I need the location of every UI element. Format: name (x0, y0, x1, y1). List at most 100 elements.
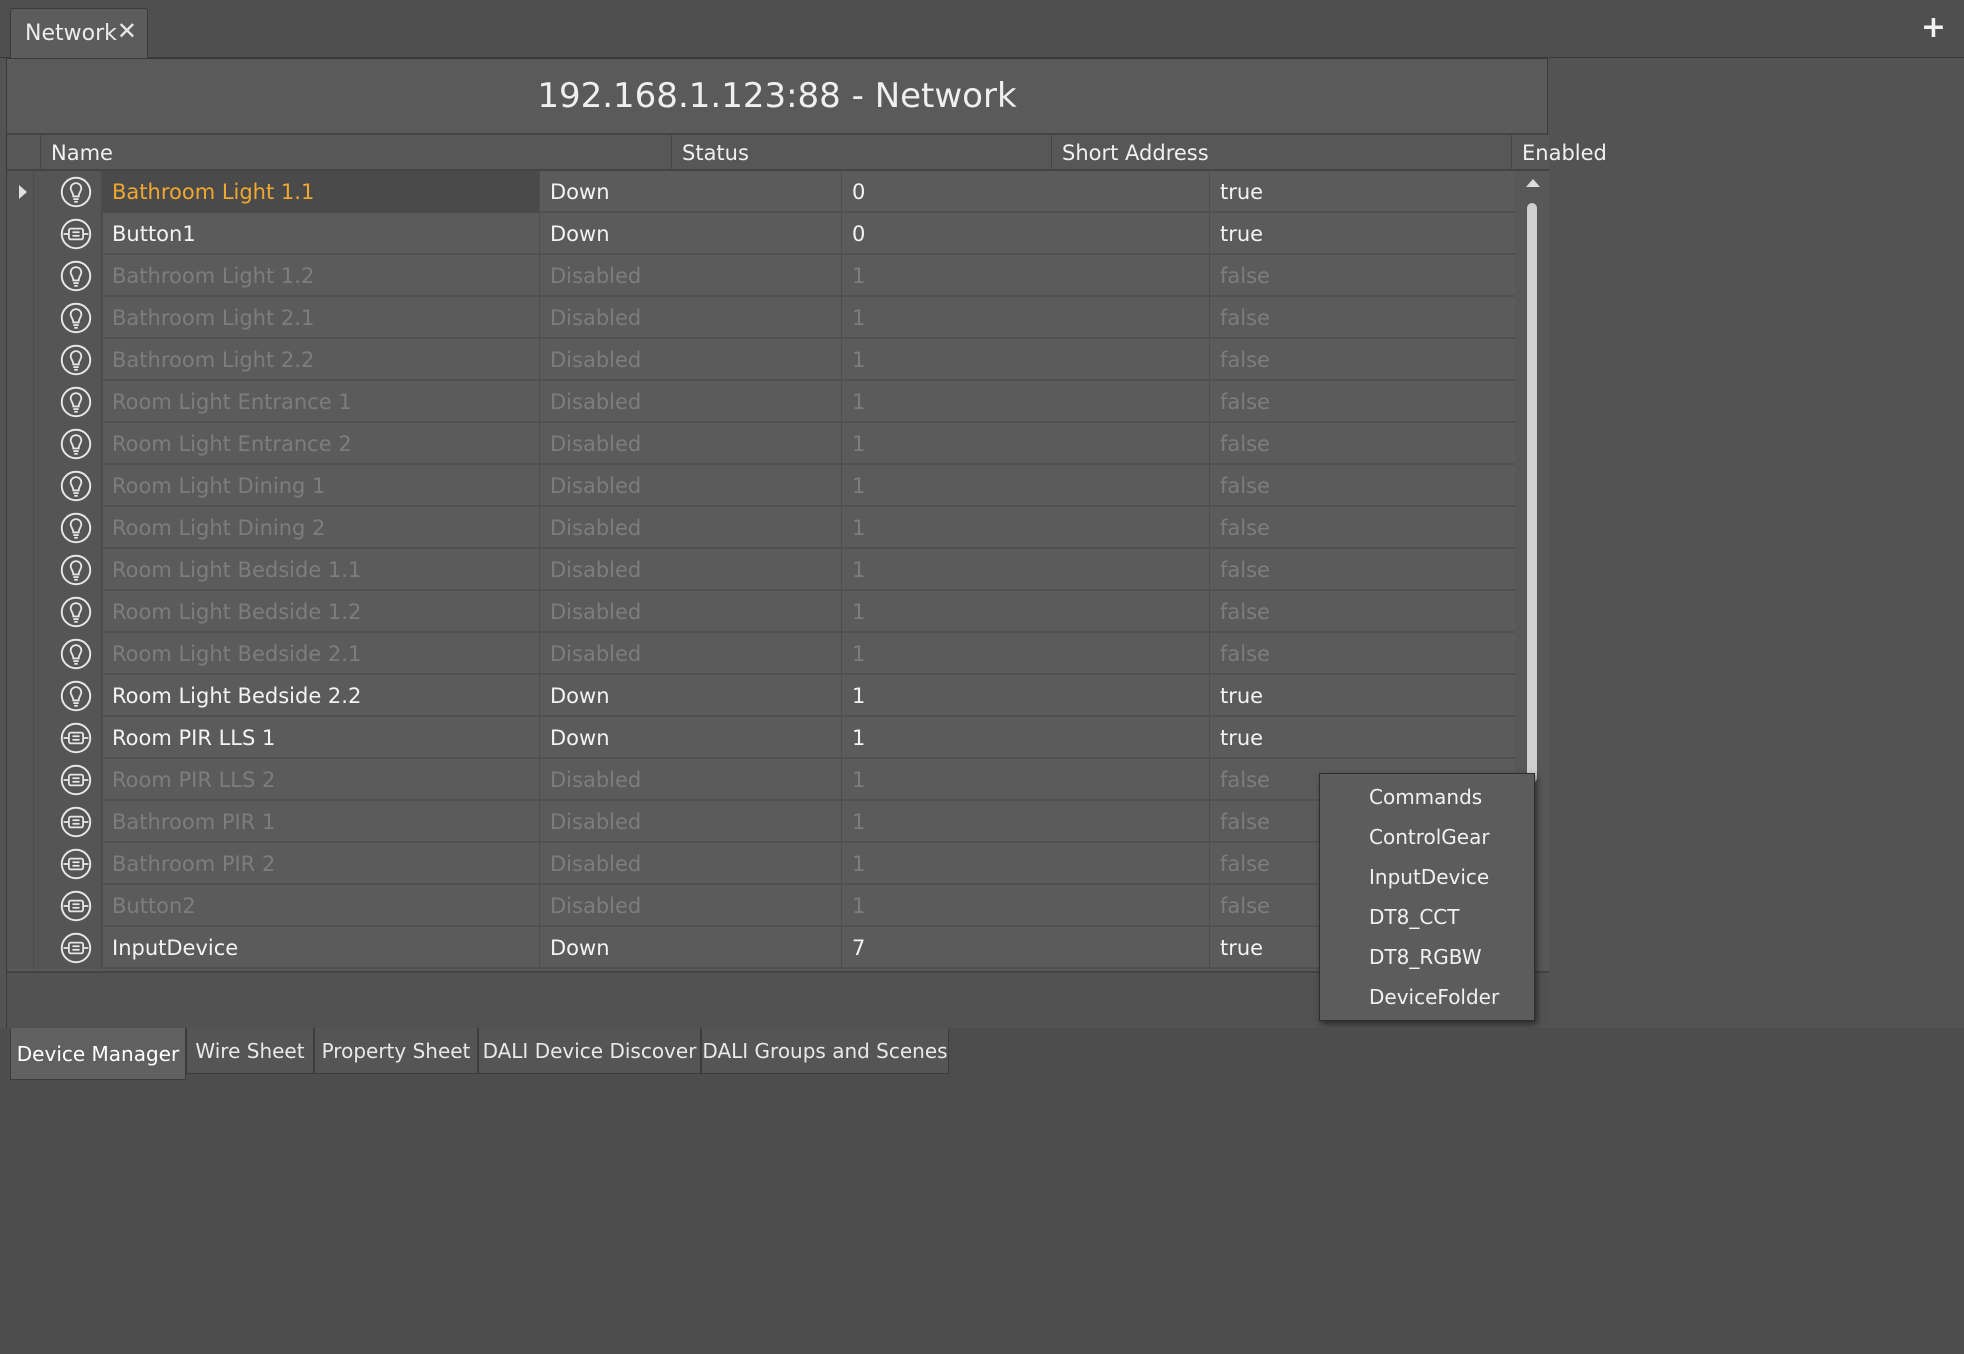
cell-status: Down (539, 675, 841, 717)
row-gutter[interactable] (7, 171, 34, 213)
cell-name[interactable]: Room PIR LLS 2 (102, 759, 539, 801)
cell-status: Disabled (539, 759, 841, 801)
table-row[interactable]: Room Light Entrance 1 Disabled 1 false (7, 381, 1515, 423)
table-row[interactable]: Bathroom Light 2.2 Disabled 1 false (7, 339, 1515, 381)
row-gutter[interactable] (7, 381, 34, 423)
row-gutter[interactable] (7, 885, 34, 927)
table-row[interactable]: Bathroom Light 1.1 Down 0 true (7, 171, 1515, 213)
close-icon[interactable]: ✕ (117, 17, 137, 45)
cell-name[interactable]: Room Light Bedside 1.1 (102, 549, 539, 591)
cell-name[interactable]: Room Light Bedside 2.1 (102, 633, 539, 675)
table-row[interactable]: Button1 Down 0 true (7, 213, 1515, 255)
cell-enabled: false (1209, 507, 1527, 549)
row-gutter[interactable] (7, 507, 34, 549)
cell-status: Down (539, 171, 841, 213)
cell-name[interactable]: Room Light Entrance 2 (102, 423, 539, 465)
cell-name[interactable]: Bathroom Light 2.2 (102, 339, 539, 381)
cell-name[interactable]: Room Light Entrance 1 (102, 381, 539, 423)
menu-item-dt8-rgbw[interactable]: DT8_RGBW (1320, 937, 1534, 977)
row-gutter[interactable] (7, 423, 34, 465)
cell-short-address: 1 (841, 255, 1209, 297)
menu-item-commands[interactable]: Commands (1320, 777, 1534, 817)
tab-device-manager[interactable]: Device Manager (10, 1028, 186, 1080)
cell-enabled: false (1209, 465, 1527, 507)
table-row[interactable]: Bathroom Light 2.1 Disabled 1 false (7, 297, 1515, 339)
table-row[interactable]: InputDevice Down 7 true (7, 927, 1515, 969)
menu-item-dt8-cct[interactable]: DT8_CCT (1320, 897, 1534, 937)
table-row[interactable]: Room Light Entrance 2 Disabled 1 false (7, 423, 1515, 465)
table-row[interactable]: Bathroom PIR 1 Disabled 1 false (7, 801, 1515, 843)
light-bulb-icon (60, 680, 92, 712)
row-gutter[interactable] (7, 759, 34, 801)
cell-enabled: false (1209, 339, 1527, 381)
scroll-up-icon[interactable] (1526, 179, 1540, 187)
menu-item-devicefolder[interactable]: DeviceFolder (1320, 977, 1534, 1017)
cell-enabled: false (1209, 549, 1527, 591)
cell-name[interactable]: Bathroom PIR 1 (102, 801, 539, 843)
cell-enabled: false (1209, 423, 1527, 465)
row-gutter[interactable] (7, 927, 34, 969)
column-header-short-address[interactable]: Short Address (1051, 135, 1511, 171)
column-header-name[interactable]: Name (40, 135, 671, 171)
row-gutter[interactable] (7, 213, 34, 255)
cell-name[interactable]: Room Light Bedside 2.2 (102, 675, 539, 717)
scrollbar-thumb[interactable] (1527, 203, 1537, 783)
cell-name[interactable]: Bathroom Light 1.2 (102, 255, 539, 297)
tab-network[interactable]: Network ✕ (10, 8, 148, 58)
row-gutter[interactable] (7, 843, 34, 885)
row-gutter[interactable] (7, 465, 34, 507)
add-tab-icon[interactable]: + (1921, 10, 1946, 45)
table-row[interactable]: Button2 Disabled 1 false (7, 885, 1515, 927)
row-gutter[interactable] (7, 255, 34, 297)
row-gutter[interactable] (7, 801, 34, 843)
cell-status: Down (539, 927, 841, 969)
cell-name[interactable]: InputDevice (102, 927, 539, 969)
tab-dali-device-discover[interactable]: DALI Device Discover (478, 1028, 701, 1074)
menu-item-inputdevice[interactable]: InputDevice (1320, 857, 1534, 897)
row-gutter[interactable] (7, 717, 34, 759)
menu-item-controlgear[interactable]: ControlGear (1320, 817, 1534, 857)
row-icon-cell (34, 801, 102, 843)
row-gutter[interactable] (7, 339, 34, 381)
table-row[interactable]: Room Light Bedside 2.2 Down 1 true (7, 675, 1515, 717)
cell-name[interactable]: Bathroom PIR 2 (102, 843, 539, 885)
column-header-enabled[interactable]: Enabled (1511, 135, 1907, 171)
table-row[interactable]: Bathroom Light 1.2 Disabled 1 false (7, 255, 1515, 297)
tab-dali-groups-and-scenes[interactable]: DALI Groups and Scenes (701, 1028, 949, 1074)
table-row[interactable]: Bathroom PIR 2 Disabled 1 false (7, 843, 1515, 885)
light-bulb-icon (60, 344, 92, 376)
row-gutter[interactable] (7, 297, 34, 339)
table-row[interactable]: Room Light Dining 2 Disabled 1 false (7, 507, 1515, 549)
cell-name[interactable]: Bathroom Light 1.1 (102, 171, 539, 213)
table-row[interactable]: Room Light Bedside 1.2 Disabled 1 false (7, 591, 1515, 633)
cell-name[interactable]: Room Light Dining 1 (102, 465, 539, 507)
cell-name[interactable]: Room Light Dining 2 (102, 507, 539, 549)
cell-short-address: 0 (841, 213, 1209, 255)
table-row[interactable]: Room PIR LLS 2 Disabled 1 false (7, 759, 1515, 801)
tab-property-sheet[interactable]: Property Sheet (314, 1028, 478, 1074)
row-icon-cell (34, 339, 102, 381)
expand-arrow-icon[interactable] (19, 185, 27, 199)
cell-short-address: 7 (841, 927, 1209, 969)
cell-name[interactable]: Bathroom Light 2.1 (102, 297, 539, 339)
row-gutter[interactable] (7, 549, 34, 591)
table-row[interactable]: Room PIR LLS 1 Down 1 true (7, 717, 1515, 759)
table-row[interactable]: Room Light Bedside 2.1 Disabled 1 false (7, 633, 1515, 675)
cell-name[interactable]: Room PIR LLS 1 (102, 717, 539, 759)
row-gutter[interactable] (7, 675, 34, 717)
row-gutter[interactable] (7, 591, 34, 633)
cell-short-address: 0 (841, 171, 1209, 213)
column-header-status[interactable]: Status (671, 135, 1051, 171)
row-icon-cell (34, 885, 102, 927)
cell-enabled: true (1209, 675, 1527, 717)
row-icon-cell (34, 675, 102, 717)
cell-name[interactable]: Button1 (102, 213, 539, 255)
table-row[interactable]: Room Light Dining 1 Disabled 1 false (7, 465, 1515, 507)
tab-wire-sheet[interactable]: Wire Sheet (186, 1028, 314, 1074)
cell-name[interactable]: Room Light Bedside 1.2 (102, 591, 539, 633)
input-device-icon (60, 848, 92, 880)
row-icon-cell (34, 927, 102, 969)
table-row[interactable]: Room Light Bedside 1.1 Disabled 1 false (7, 549, 1515, 591)
cell-name[interactable]: Button2 (102, 885, 539, 927)
row-gutter[interactable] (7, 633, 34, 675)
